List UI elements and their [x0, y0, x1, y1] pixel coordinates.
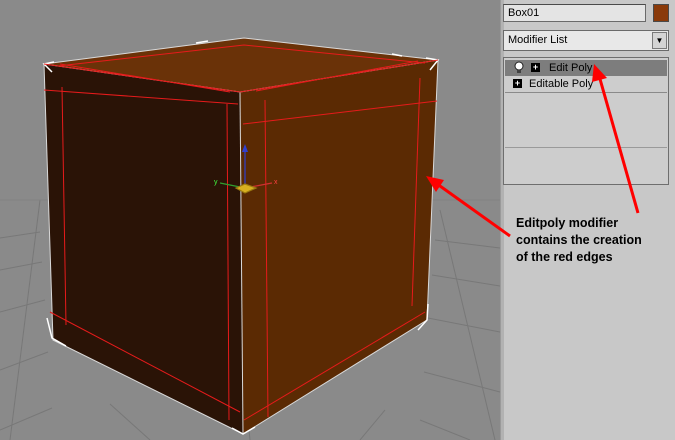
stack-item-edit-poly[interactable]: + Edit Poly [505, 60, 667, 76]
viewport-perspective[interactable]: x y [0, 0, 500, 440]
modifier-stack: + Edit Poly + Editable Poly [503, 57, 669, 185]
lightbulb-icon[interactable] [513, 61, 525, 75]
expand-plus-icon[interactable]: + [513, 79, 522, 88]
stack-separator [505, 147, 667, 148]
svg-text:y: y [214, 179, 218, 186]
annotation-line: contains the creation [516, 233, 642, 247]
chevron-down-icon[interactable]: ▼ [652, 32, 667, 49]
modifier-list-label: Modifier List [508, 34, 568, 46]
stack-item-label: Editable Poly [529, 78, 594, 90]
svg-text:x: x [274, 179, 278, 186]
annotation-text: Editpoly modifier contains the creation … [516, 215, 671, 266]
stack-item-editable-poly[interactable]: + Editable Poly [505, 76, 667, 93]
object-color-swatch[interactable] [653, 4, 669, 22]
annotation-line: of the red edges [516, 250, 613, 264]
expand-plus-icon[interactable]: + [531, 63, 540, 72]
modifier-list-dropdown[interactable]: Modifier List ▼ [503, 30, 669, 51]
object-name-field[interactable] [503, 4, 646, 22]
viewport-scene: x y [0, 0, 500, 440]
stack-item-label: Edit Poly [549, 62, 593, 74]
annotation-line: Editpoly modifier [516, 216, 619, 230]
